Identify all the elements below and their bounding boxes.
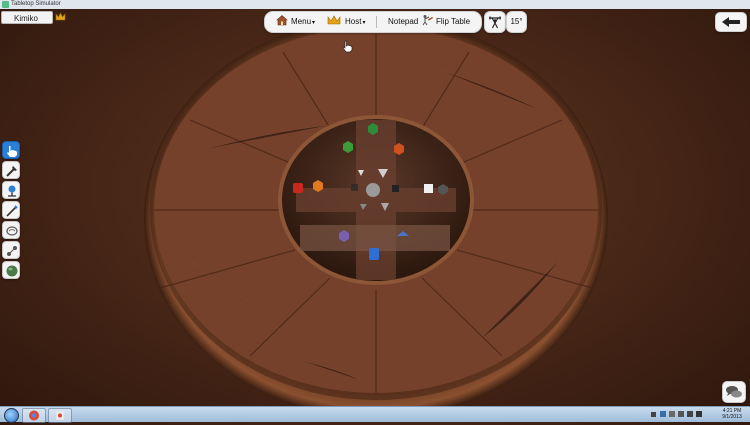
flip-table-icon	[422, 15, 434, 26]
chat-button[interactable]	[722, 381, 746, 403]
tray-app-icon[interactable]	[660, 411, 666, 417]
menu-label: Menu	[291, 17, 312, 26]
lift-tool-button[interactable]	[484, 11, 506, 33]
joint-tool-button[interactable]	[2, 241, 20, 259]
weightlifter-icon	[489, 16, 501, 29]
system-tray[interactable]	[650, 410, 712, 419]
player-name-tag: Kimiko	[1, 11, 53, 24]
menu-button[interactable]: Menu▾	[276, 12, 315, 32]
zoom-tool-button[interactable]	[2, 221, 20, 239]
chevron-down-icon: ▾	[312, 20, 316, 26]
crown-icon	[55, 12, 66, 21]
magnifier-icon	[6, 226, 18, 236]
clock-date: 9/1/2013	[722, 414, 742, 420]
pen-tool-button[interactable]	[2, 201, 20, 219]
menu-divider	[376, 16, 377, 28]
tray-volume-icon[interactable]	[696, 411, 702, 417]
tray-network-icon[interactable]	[669, 411, 675, 417]
joint-icon	[7, 246, 17, 256]
back-button[interactable]	[715, 12, 747, 32]
pen-icon	[6, 205, 18, 217]
window-titlebar: Tabletop Simulator	[0, 0, 750, 9]
rotation-label: 15°	[510, 17, 523, 26]
rotation-snap-button[interactable]: 15°	[506, 11, 527, 33]
notepad-label: Notepad	[388, 17, 419, 26]
flick-icon	[6, 166, 17, 177]
app-icon	[2, 1, 9, 8]
sphere-icon	[6, 265, 18, 277]
hand-icon	[7, 146, 17, 157]
browser-icon	[29, 410, 39, 421]
crown-icon	[327, 15, 341, 25]
gizmo-tool-button[interactable]	[2, 261, 20, 279]
os-taskbar: 4:21 PM 9/1/2013	[0, 406, 750, 423]
game-viewport[interactable]	[0, 9, 750, 406]
chat-bubbles-icon	[726, 386, 742, 398]
tabletop-app-icon	[56, 411, 64, 420]
flip-table-button[interactable]: Flip Table	[422, 12, 470, 32]
host-button[interactable]: Host▾	[327, 12, 365, 32]
line-tool-button[interactable]	[2, 181, 20, 199]
top-menu-bar: Menu▾ Host▾ Notepad Flip Table	[264, 11, 482, 33]
window-title: Tabletop Simulator	[11, 1, 61, 7]
chevron-down-icon: ▾	[362, 20, 366, 26]
pin-icon	[8, 185, 16, 197]
grab-tool-button[interactable]	[2, 141, 20, 159]
flick-tool-button[interactable]	[2, 161, 20, 179]
player-name: Kimiko	[14, 14, 39, 23]
house-icon	[276, 15, 288, 26]
tray-display-icon[interactable]	[687, 411, 693, 417]
hand-cursor-icon	[342, 40, 353, 53]
game-table[interactable]	[0, 9, 750, 406]
host-label: Host	[345, 17, 362, 26]
notepad-button[interactable]: Notepad	[388, 12, 418, 32]
tray-flag-icon[interactable]	[678, 411, 684, 417]
arrow-left-icon	[722, 17, 740, 27]
flip-table-label: Flip Table	[436, 17, 471, 26]
tray-up-arrow-icon[interactable]	[651, 412, 656, 417]
